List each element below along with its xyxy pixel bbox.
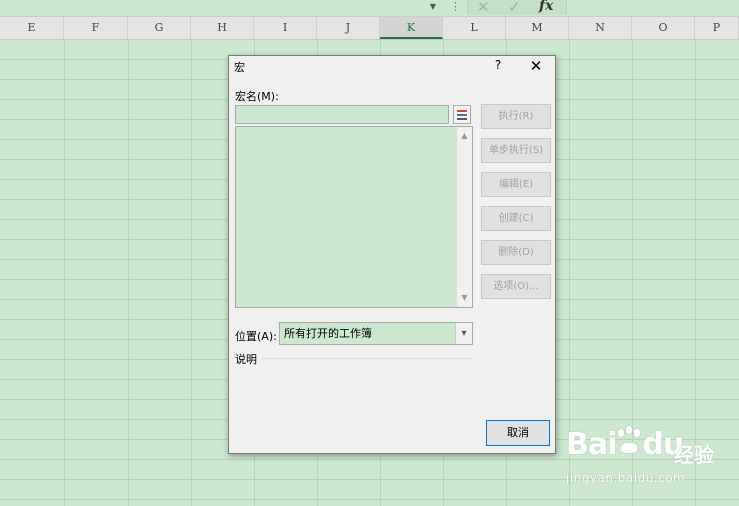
more-options-icon[interactable]: ⋮ bbox=[450, 0, 461, 14]
grid-line bbox=[128, 40, 129, 506]
scroll-up-icon[interactable]: ▲ bbox=[457, 129, 472, 143]
column-header[interactable]: L bbox=[443, 17, 506, 39]
confirm-formula-icon[interactable]: ✓ bbox=[508, 0, 521, 16]
column-header[interactable]: H bbox=[191, 17, 254, 39]
chevron-down-icon[interactable]: ▾ bbox=[455, 323, 472, 344]
location-label: 位置(A): bbox=[235, 330, 277, 343]
description-label: 说明 bbox=[235, 353, 257, 366]
name-box-dropdown-icon[interactable]: ▼ bbox=[426, 1, 440, 13]
watermark-url: jingyan.baidu.com bbox=[566, 471, 686, 485]
location-select[interactable]: 所有打开的工作簿 ▾ bbox=[279, 322, 473, 345]
cancel-button[interactable]: 取消 bbox=[486, 420, 550, 446]
column-header[interactable]: N bbox=[569, 17, 632, 39]
macro-list[interactable]: ▲ ▼ bbox=[235, 126, 473, 308]
column-header[interactable]: F bbox=[64, 17, 128, 39]
macro-name-label: 宏名(M): bbox=[235, 90, 279, 103]
baidu-jingyan-watermark: Bai du 经验 jingyan.baidu.com bbox=[566, 425, 736, 492]
macro-name-input[interactable] bbox=[235, 105, 449, 124]
column-header-row: E F G H I J K L M N O P bbox=[0, 17, 739, 40]
column-header[interactable]: I bbox=[254, 17, 317, 39]
watermark-brand: 经验 bbox=[674, 443, 714, 467]
grid-line bbox=[64, 40, 65, 506]
macro-dialog: 宏 ? ✕ 宏名(M): ▲ ▼ 执行(R) 单步执行(S) 编辑(E) 创建(… bbox=[228, 55, 556, 454]
dialog-title: 宏 bbox=[234, 61, 245, 74]
column-header[interactable]: P bbox=[695, 17, 739, 39]
insert-function-button[interactable]: fx bbox=[539, 0, 553, 14]
close-icon[interactable]: ✕ bbox=[525, 56, 547, 76]
run-button[interactable]: 执行(R) bbox=[481, 104, 551, 129]
macro-reference-icon[interactable] bbox=[453, 105, 471, 124]
formula-bar: ▼ ⋮ ✕ ✓ fx bbox=[0, 0, 739, 17]
step-into-button[interactable]: 单步执行(S) bbox=[481, 138, 551, 163]
scroll-down-icon[interactable]: ▼ bbox=[457, 291, 472, 305]
column-header[interactable]: G bbox=[128, 17, 191, 39]
create-button[interactable]: 创建(C) bbox=[481, 206, 551, 231]
column-header[interactable]: M bbox=[506, 17, 569, 39]
cancel-formula-icon[interactable]: ✕ bbox=[477, 0, 490, 16]
column-header[interactable]: O bbox=[632, 17, 695, 39]
macro-list-scrollbar[interactable]: ▲ ▼ bbox=[456, 127, 472, 307]
edit-button[interactable]: 编辑(E) bbox=[481, 172, 551, 197]
formula-input[interactable] bbox=[566, 0, 739, 15]
description-divider bbox=[261, 358, 473, 359]
location-value: 所有打开的工作簿 bbox=[284, 327, 372, 340]
column-header-active[interactable]: K bbox=[380, 17, 443, 39]
delete-button[interactable]: 删除(D) bbox=[481, 240, 551, 265]
grid-line bbox=[191, 40, 192, 506]
paw-icon bbox=[617, 425, 641, 454]
help-icon[interactable]: ? bbox=[491, 58, 505, 72]
options-button[interactable]: 选项(O)... bbox=[481, 274, 551, 299]
column-header[interactable]: E bbox=[0, 17, 64, 39]
column-header[interactable]: J bbox=[317, 17, 380, 39]
